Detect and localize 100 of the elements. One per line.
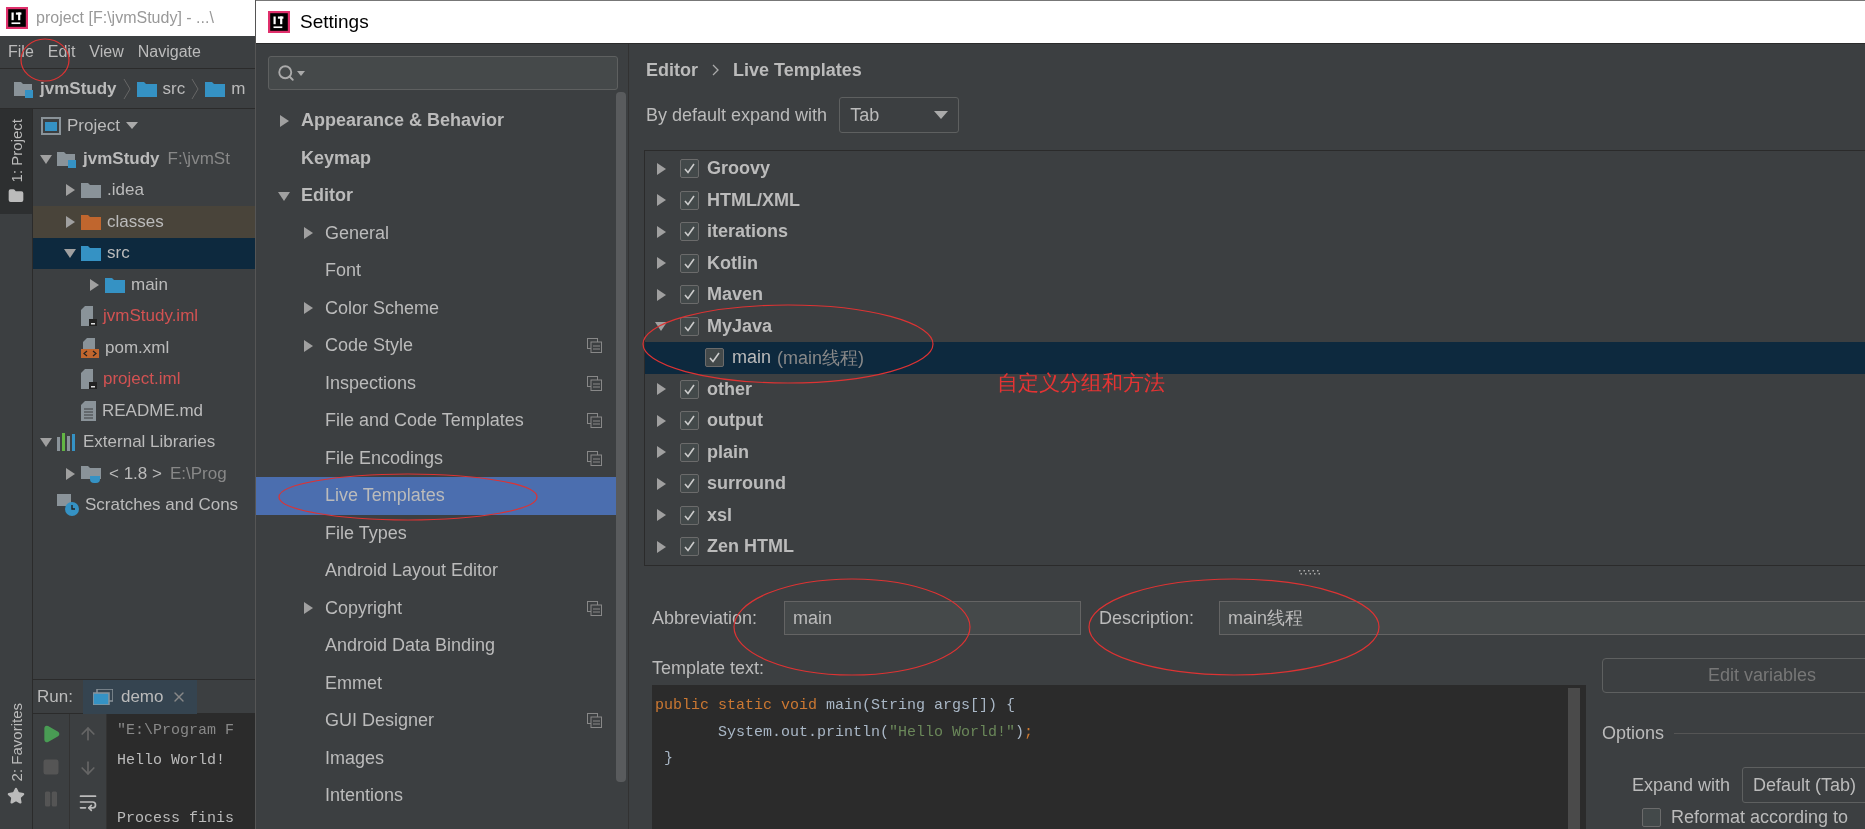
checkbox[interactable] bbox=[680, 222, 699, 242]
template-row[interactable]: Zen HTML bbox=[645, 531, 800, 563]
checkbox[interactable] bbox=[680, 505, 699, 525]
breadcrumb-item[interactable]: src bbox=[162, 78, 186, 99]
dropdown-caret-icon[interactable] bbox=[297, 70, 305, 76]
collapsed-arrow-icon[interactable] bbox=[302, 602, 314, 615]
template-row[interactable]: HTML/XML bbox=[645, 184, 806, 216]
settings-nav-item[interactable]: Inspections bbox=[256, 364, 616, 402]
collapsed-arrow-icon[interactable] bbox=[64, 184, 76, 197]
settings-nav-item[interactable]: Android Data Binding bbox=[256, 627, 616, 665]
dropdown-caret-icon[interactable] bbox=[125, 122, 138, 130]
wrap-icon[interactable] bbox=[78, 792, 98, 812]
collapsed-arrow-icon[interactable] bbox=[655, 225, 667, 238]
settings-nav-item[interactable]: Editor bbox=[256, 177, 616, 215]
expand-with-dropdown[interactable]: Default (Tab) bbox=[1742, 767, 1865, 803]
tree-row[interactable]: main bbox=[33, 269, 255, 301]
settings-nav-item[interactable]: Keymap bbox=[256, 139, 616, 177]
checkbox[interactable] bbox=[680, 316, 699, 336]
collapsed-arrow-icon[interactable] bbox=[655, 540, 667, 553]
expand-key-dropdown[interactable]: Tab bbox=[839, 97, 960, 133]
panel-title[interactable]: Project bbox=[67, 116, 120, 136]
settings-nav-item[interactable]: File Types bbox=[256, 514, 616, 552]
expanded-arrow-icon[interactable] bbox=[40, 152, 52, 165]
collapsed-arrow-icon[interactable] bbox=[64, 215, 76, 228]
description-field[interactable]: main线程 bbox=[1219, 601, 1865, 635]
collapsed-arrow-icon[interactable] bbox=[655, 288, 667, 301]
settings-nav-item[interactable]: Intentions bbox=[256, 777, 616, 815]
run-icon[interactable] bbox=[41, 724, 61, 744]
checkbox[interactable] bbox=[680, 474, 699, 494]
collapsed-arrow-icon[interactable] bbox=[655, 509, 667, 522]
tree-row[interactable]: classes bbox=[33, 206, 255, 238]
search-field[interactable] bbox=[268, 56, 618, 90]
settings-nav-item[interactable]: General bbox=[256, 214, 616, 252]
collapsed-arrow-icon[interactable] bbox=[302, 227, 314, 240]
expanded-arrow-icon[interactable] bbox=[40, 436, 52, 449]
settings-nav-item[interactable]: Appearance & Behavior bbox=[256, 102, 616, 140]
template-row[interactable]: xsl bbox=[645, 499, 739, 531]
settings-nav-item[interactable]: Color Scheme bbox=[256, 289, 616, 327]
checkbox[interactable] bbox=[680, 442, 699, 462]
template-text-editor[interactable]: public static void main(String args[]) { System.out.println("Hello World!"); } bbox=[652, 685, 1586, 829]
abbreviation-field[interactable]: main bbox=[784, 601, 1081, 635]
template-row[interactable]: Groovy bbox=[645, 153, 777, 185]
tree-row[interactable]: pom.xml bbox=[33, 332, 255, 364]
template-row[interactable]: other bbox=[645, 373, 758, 405]
checkbox[interactable] bbox=[1642, 808, 1661, 827]
checkbox[interactable] bbox=[680, 411, 699, 431]
collapsed-arrow-icon[interactable] bbox=[88, 278, 100, 291]
tree-row[interactable]: External Libraries bbox=[33, 426, 255, 458]
checkbox[interactable] bbox=[680, 190, 699, 210]
settings-nav-item[interactable]: GUI Designer bbox=[256, 702, 616, 740]
template-row[interactable]: iterations bbox=[645, 216, 795, 248]
tool-window-tab[interactable]: 2: Favorites bbox=[7, 702, 25, 781]
breadcrumb-item[interactable]: jvmStudy bbox=[40, 78, 117, 99]
settings-nav-item[interactable]: Font bbox=[256, 252, 616, 290]
tree-row[interactable]: < 1.8 > E:\Prog bbox=[33, 458, 255, 490]
template-row[interactable]: plain bbox=[645, 436, 755, 468]
collapsed-arrow-icon[interactable] bbox=[655, 477, 667, 490]
scrollbar[interactable] bbox=[616, 92, 626, 782]
scrollbar[interactable] bbox=[1568, 688, 1580, 829]
tree-row[interactable]: Scratches and Cons bbox=[33, 489, 255, 521]
collapsed-arrow-icon[interactable] bbox=[655, 162, 667, 175]
collapsed-arrow-icon[interactable] bbox=[302, 302, 314, 315]
collapsed-arrow-icon[interactable] bbox=[655, 257, 667, 270]
settings-nav-item[interactable]: Android Layout Editor bbox=[256, 552, 616, 590]
tree-row[interactable]: README.md bbox=[33, 395, 255, 427]
expanded-arrow-icon[interactable] bbox=[278, 189, 290, 202]
template-row[interactable]: Kotlin bbox=[645, 247, 764, 279]
breadcrumb-item[interactable]: m bbox=[231, 78, 246, 99]
tree-row[interactable]: jvmStudy F:\jvmSt bbox=[33, 143, 255, 175]
settings-nav-item[interactable]: Images bbox=[256, 739, 616, 777]
template-row[interactable]: output bbox=[645, 405, 769, 437]
checkbox[interactable] bbox=[680, 285, 699, 305]
tree-row[interactable]: src bbox=[33, 237, 255, 269]
collapsed-arrow-icon[interactable] bbox=[655, 446, 667, 459]
template-row[interactable]: surround bbox=[645, 468, 792, 500]
collapsed-arrow-icon[interactable] bbox=[655, 414, 667, 427]
settings-nav-item[interactable]: Emmet bbox=[256, 664, 616, 702]
settings-nav-item[interactable]: Copyright bbox=[256, 589, 616, 627]
checkbox[interactable] bbox=[680, 253, 699, 273]
checkbox[interactable] bbox=[680, 379, 699, 399]
menu-item[interactable]: View bbox=[89, 43, 124, 61]
template-row[interactable]: Maven bbox=[645, 279, 770, 311]
settings-nav-item[interactable]: Code Style bbox=[256, 327, 616, 365]
template-row[interactable]: MyJava bbox=[645, 310, 779, 342]
run-tab[interactable]: demo bbox=[82, 679, 198, 714]
checkbox[interactable] bbox=[705, 348, 724, 368]
collapsed-arrow-icon[interactable] bbox=[655, 383, 667, 396]
settings-nav-item[interactable]: File and Code Templates bbox=[256, 402, 616, 440]
collapsed-arrow-icon[interactable] bbox=[64, 467, 76, 480]
collapsed-arrow-icon[interactable] bbox=[302, 339, 314, 352]
collapsed-arrow-icon[interactable] bbox=[278, 114, 290, 127]
settings-nav-item[interactable]: File Encodings bbox=[256, 439, 616, 477]
tree-row[interactable]: .idea bbox=[33, 174, 255, 206]
collapsed-arrow-icon[interactable] bbox=[655, 194, 667, 207]
checkbox[interactable] bbox=[680, 159, 699, 179]
menu-item[interactable]: Navigate bbox=[137, 43, 201, 61]
checkbox[interactable] bbox=[680, 537, 699, 557]
expanded-arrow-icon[interactable] bbox=[64, 247, 76, 260]
grip-icon[interactable] bbox=[1299, 569, 1321, 575]
expanded-arrow-icon[interactable] bbox=[655, 320, 667, 333]
